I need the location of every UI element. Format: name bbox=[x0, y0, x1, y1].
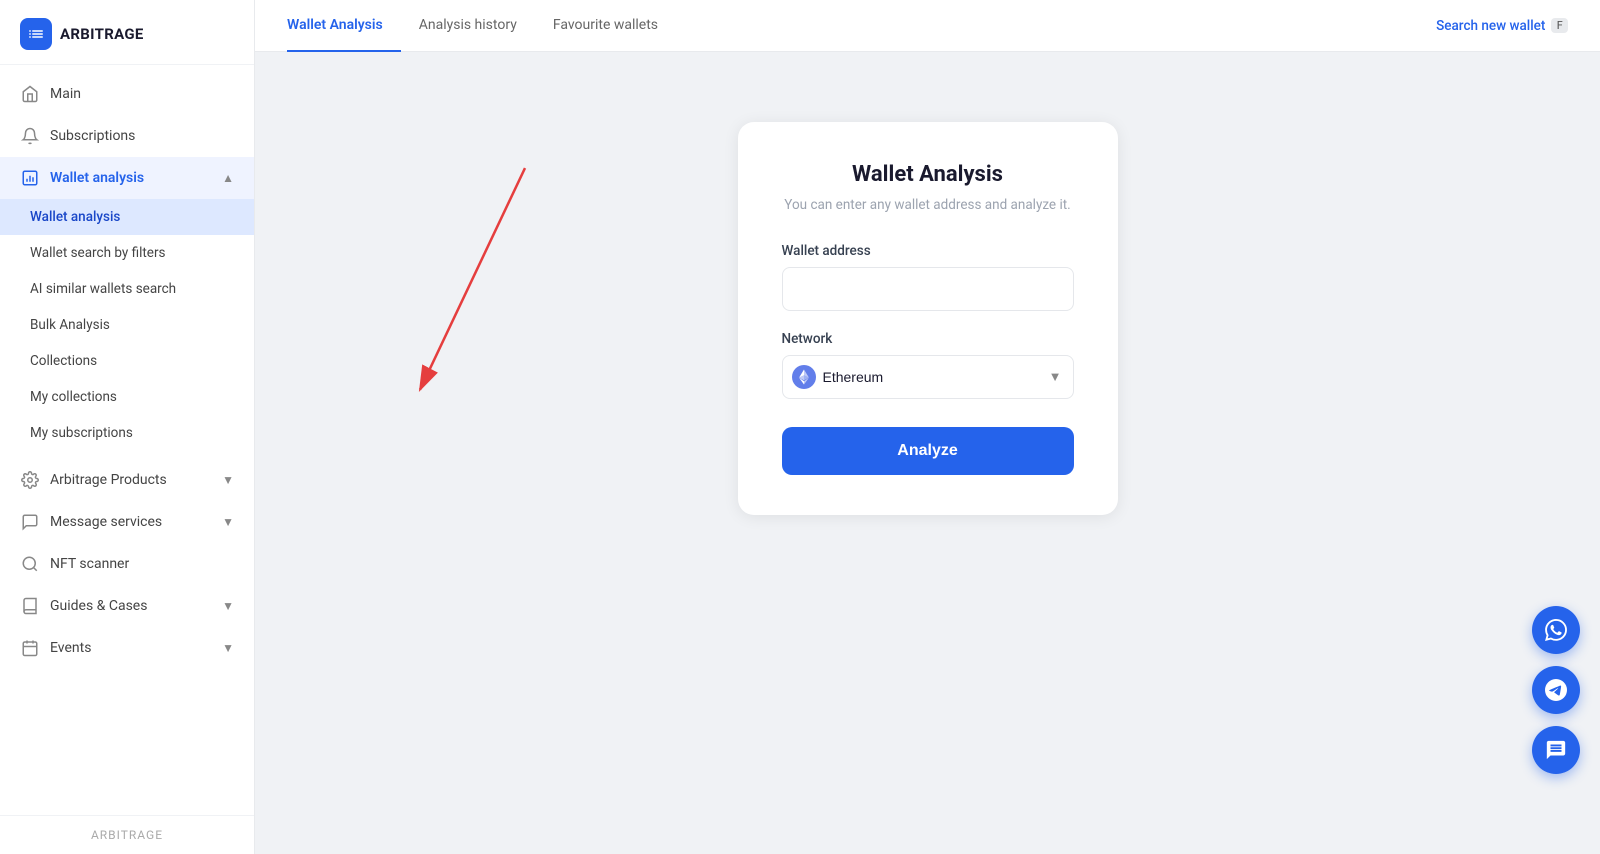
chat-icon bbox=[1545, 739, 1567, 761]
sidebar-item-guides[interactable]: Guides & Cases ▼ bbox=[0, 585, 254, 627]
sidebar-item-nft-label: NFT scanner bbox=[50, 556, 234, 572]
network-select-wrapper: Ethereum BSC Polygon ▼ bbox=[782, 355, 1074, 399]
message-icon bbox=[20, 512, 40, 532]
network-group: Network Ethereum BSC bbox=[782, 331, 1074, 399]
fab-chat[interactable] bbox=[1532, 726, 1580, 774]
search-kbd: F bbox=[1551, 18, 1568, 33]
telegram-icon bbox=[1545, 679, 1567, 701]
logo-text: ARBITRAGE bbox=[60, 25, 144, 43]
network-label: Network bbox=[782, 331, 1074, 347]
sidebar-item-wallet-analysis-parent[interactable]: Wallet analysis ▲ bbox=[0, 157, 254, 199]
calendar-icon bbox=[20, 638, 40, 658]
footer-text: ARBITRAGE bbox=[91, 828, 163, 842]
sidebar-item-nft[interactable]: NFT scanner bbox=[0, 543, 254, 585]
sidebar-item-arbitrage-label: Arbitrage Products bbox=[50, 472, 212, 488]
chevron-down-icon-2: ▼ bbox=[222, 515, 234, 529]
sidebar-subitem-bulk-analysis-label: Bulk Analysis bbox=[30, 317, 110, 333]
scan-icon bbox=[20, 554, 40, 574]
sidebar-subitem-wallet-search-label: Wallet search by filters bbox=[30, 245, 166, 261]
chevron-down-icon-3: ▼ bbox=[222, 599, 234, 613]
sidebar-item-main-label: Main bbox=[50, 86, 234, 102]
content-area: Wallet Analysis You can enter any wallet… bbox=[255, 52, 1600, 854]
tabs-bar: Wallet Analysis Analysis history Favouri… bbox=[255, 0, 1600, 52]
sidebar-navigation: Main Subscriptions Wallet analysis ▲ Wal… bbox=[0, 65, 254, 815]
fab-whatsapp[interactable] bbox=[1532, 606, 1580, 654]
sidebar: ARBITRAGE Main Subscriptions Wallet anal… bbox=[0, 0, 255, 854]
bell-icon bbox=[20, 126, 40, 146]
home-icon bbox=[20, 84, 40, 104]
sidebar-item-arbitrage[interactable]: Arbitrage Products ▼ bbox=[0, 459, 254, 501]
sidebar-item-wallet-analysis-parent-label: Wallet analysis bbox=[50, 170, 212, 186]
sidebar-subitem-my-collections[interactable]: My collections bbox=[0, 379, 254, 415]
sidebar-subitem-my-subscriptions[interactable]: My subscriptions bbox=[0, 415, 254, 451]
main-content: Wallet Analysis Analysis history Favouri… bbox=[255, 0, 1600, 854]
search-new-wallet-button[interactable]: Search new wallet F bbox=[1436, 18, 1568, 34]
wallet-address-label: Wallet address bbox=[782, 243, 1074, 259]
sidebar-subitem-ai-similar[interactable]: AI similar wallets search bbox=[0, 271, 254, 307]
ethereum-icon bbox=[792, 365, 816, 389]
sidebar-subitem-bulk-analysis[interactable]: Bulk Analysis bbox=[0, 307, 254, 343]
analyze-button[interactable]: Analyze bbox=[782, 427, 1074, 475]
fab-telegram[interactable] bbox=[1532, 666, 1580, 714]
tab-wallet-analysis[interactable]: Wallet Analysis bbox=[287, 0, 401, 52]
tab-favourite-wallets-label: Favourite wallets bbox=[553, 17, 658, 33]
sidebar-item-events[interactable]: Events ▼ bbox=[0, 627, 254, 669]
sidebar-item-main[interactable]: Main bbox=[0, 73, 254, 115]
sidebar-subitem-wallet-search[interactable]: Wallet search by filters bbox=[0, 235, 254, 271]
tab-wallet-analysis-label: Wallet Analysis bbox=[287, 17, 383, 33]
sidebar-subitem-my-collections-label: My collections bbox=[30, 389, 117, 405]
sidebar-item-subscriptions[interactable]: Subscriptions bbox=[0, 115, 254, 157]
sidebar-subitem-collections-label: Collections bbox=[30, 353, 97, 369]
wallet-address-input[interactable] bbox=[782, 267, 1074, 311]
network-select[interactable]: Ethereum BSC Polygon bbox=[782, 355, 1074, 399]
wallet-analysis-card: Wallet Analysis You can enter any wallet… bbox=[738, 122, 1118, 515]
sidebar-subitem-ai-similar-label: AI similar wallets search bbox=[30, 281, 176, 297]
sidebar-subitem-collections[interactable]: Collections bbox=[0, 343, 254, 379]
chart-icon bbox=[20, 168, 40, 188]
fab-container bbox=[1532, 606, 1580, 774]
tab-favourite-wallets[interactable]: Favourite wallets bbox=[535, 0, 676, 52]
sidebar-item-guides-label: Guides & Cases bbox=[50, 598, 212, 614]
tab-analysis-history[interactable]: Analysis history bbox=[401, 0, 535, 52]
sidebar-item-message[interactable]: Message services ▼ bbox=[0, 501, 254, 543]
sidebar-subitem-wallet-analysis-label: Wallet analysis bbox=[30, 209, 120, 225]
whatsapp-icon bbox=[1545, 619, 1567, 641]
chevron-down-icon: ▼ bbox=[222, 473, 234, 487]
sidebar-subitem-my-subscriptions-label: My subscriptions bbox=[30, 425, 133, 441]
chevron-up-icon: ▲ bbox=[222, 171, 234, 185]
chevron-down-icon-4: ▼ bbox=[222, 641, 234, 655]
tab-analysis-history-label: Analysis history bbox=[419, 17, 517, 33]
logo-icon bbox=[20, 18, 52, 50]
search-new-wallet-label: Search new wallet bbox=[1436, 18, 1545, 34]
book-icon bbox=[20, 596, 40, 616]
wallet-address-group: Wallet address bbox=[782, 243, 1074, 311]
logo-area: ARBITRAGE bbox=[0, 0, 254, 65]
sidebar-footer: ARBITRAGE bbox=[0, 815, 254, 854]
card-title: Wallet Analysis bbox=[782, 162, 1074, 187]
sidebar-item-subscriptions-label: Subscriptions bbox=[50, 128, 234, 144]
sidebar-item-message-label: Message services bbox=[50, 514, 212, 530]
card-subtitle: You can enter any wallet address and ana… bbox=[782, 195, 1074, 215]
gear-icon bbox=[20, 470, 40, 490]
sidebar-subitem-wallet-analysis[interactable]: Wallet analysis bbox=[0, 199, 254, 235]
sidebar-item-events-label: Events bbox=[50, 640, 212, 656]
